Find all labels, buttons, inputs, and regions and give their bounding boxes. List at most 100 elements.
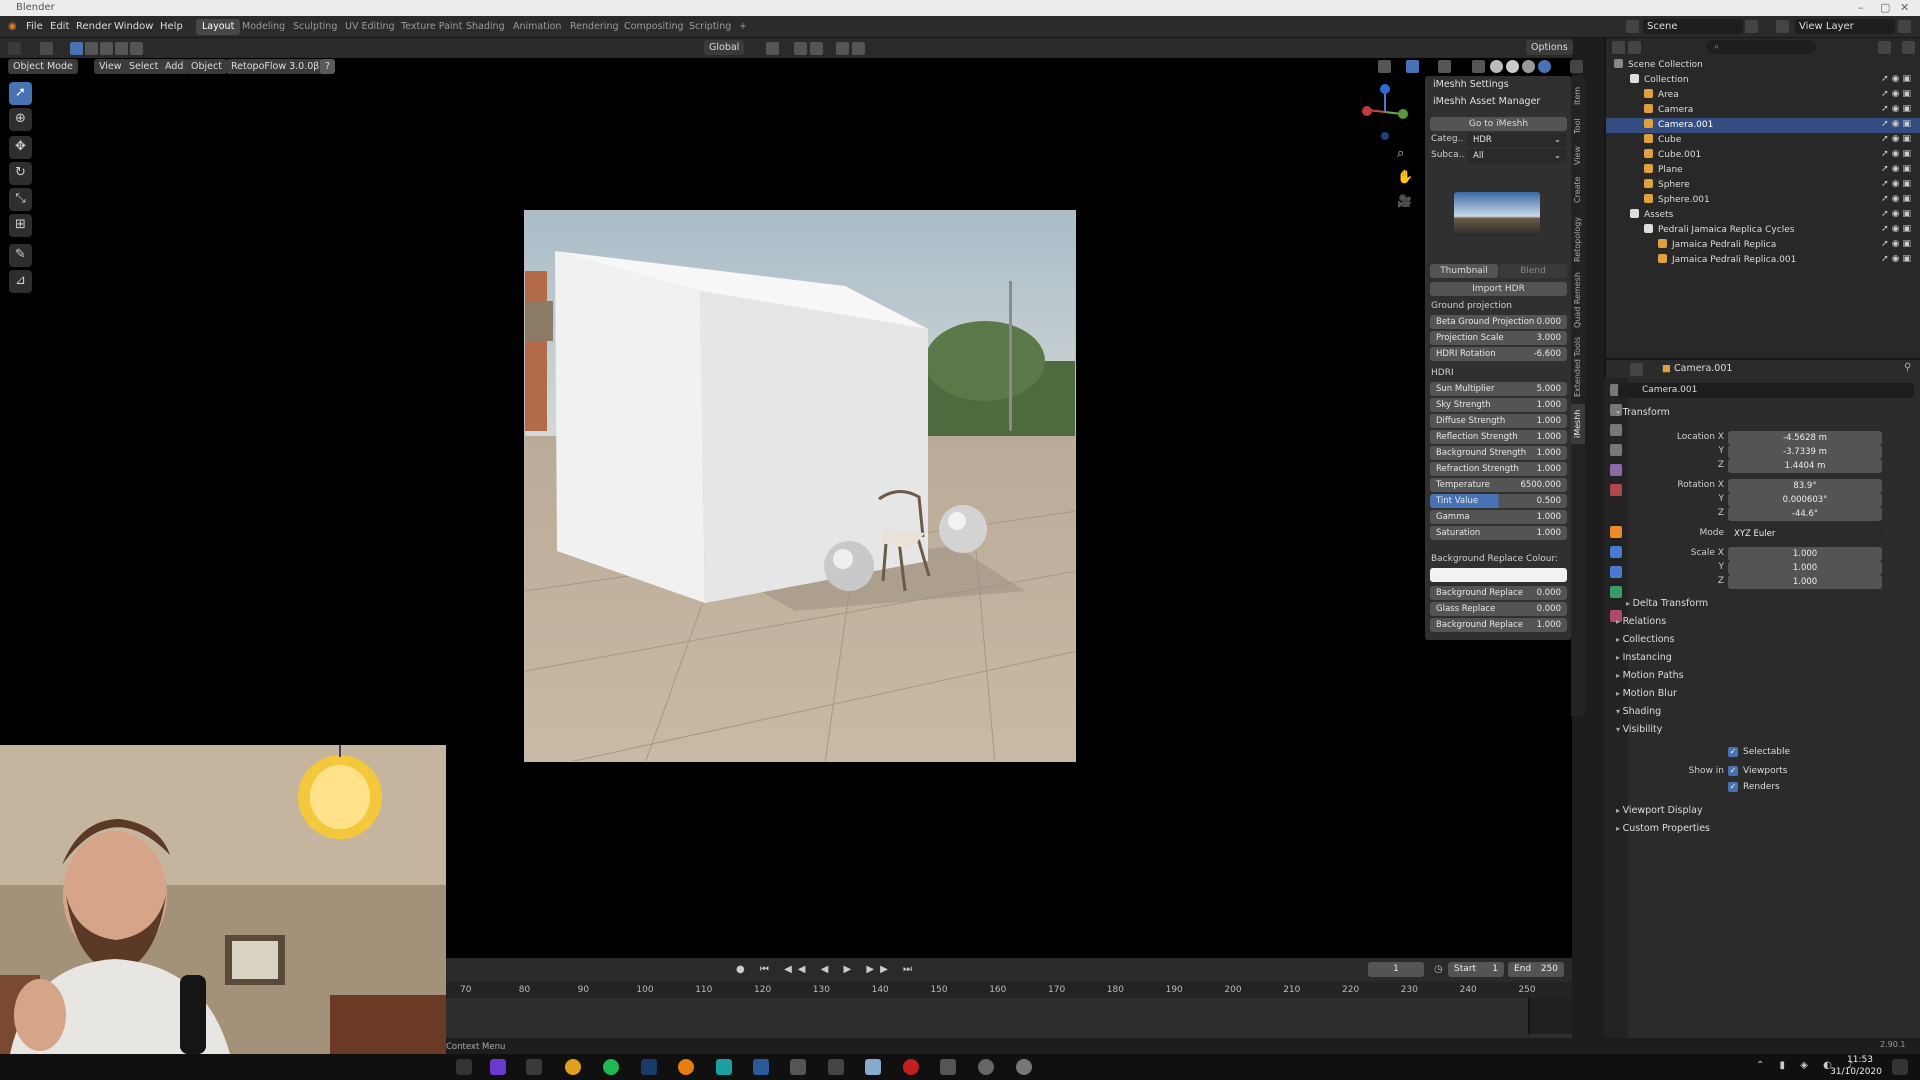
constraints-tab-icon[interactable] — [1610, 586, 1622, 598]
tab-sculpting[interactable]: Sculpting — [287, 19, 343, 35]
new-scene-icon[interactable] — [1745, 20, 1758, 33]
outliner-editor-icon[interactable] — [1612, 41, 1625, 54]
toggle-sidebar-icon[interactable] — [1570, 60, 1583, 73]
tab-create[interactable]: Create — [1571, 172, 1585, 208]
gizmo-z-axis[interactable] — [1380, 84, 1390, 94]
subcategory-dropdown[interactable]: All ⌄ — [1467, 149, 1567, 163]
visibility-toggle-icons[interactable]: ➚◉▣ — [1881, 164, 1914, 174]
outliner-row[interactable]: Cube — [1644, 133, 1681, 148]
retopoflow-menu[interactable]: RetopoFlow 3.0.0β2 — [226, 59, 331, 74]
app-icon-1[interactable] — [490, 1059, 506, 1075]
outliner-row[interactable]: Area — [1644, 88, 1679, 103]
visibility-toggle-icons[interactable]: ➚◉▣ — [1881, 89, 1914, 99]
visibility-toggle-icons[interactable]: ➚◉▣ — [1881, 224, 1914, 234]
chrome-icon[interactable] — [565, 1059, 581, 1075]
world-tab-icon[interactable] — [1610, 484, 1622, 496]
visibility-toggle-icons[interactable]: ➚◉▣ — [1881, 149, 1914, 159]
visibility-toggle-icons[interactable]: ➚◉▣ — [1881, 104, 1914, 114]
tab-layout[interactable]: Layout — [196, 19, 241, 35]
outliner-row[interactable]: Jamaica Pedrali Replica — [1658, 238, 1776, 253]
annotate-tool-icon[interactable]: ✎ — [9, 244, 32, 267]
pivot-icon[interactable] — [766, 42, 779, 55]
transform-tool-icon[interactable]: ⊞ — [9, 214, 32, 237]
outliner-row[interactable]: Plane — [1644, 163, 1683, 178]
reflection-strength-field[interactable]: Reflection Strength 1.000 — [1430, 430, 1567, 444]
renders-checkbox[interactable]: ✓ — [1728, 782, 1738, 792]
pin-icon[interactable]: ⚲ — [1904, 362, 1911, 373]
background-replace-field[interactable]: Background Replace 0.000 — [1430, 586, 1567, 600]
app-icon-9[interactable] — [940, 1059, 956, 1075]
scene-tab-icon[interactable] — [1610, 464, 1622, 476]
shading-material-icon[interactable] — [1522, 60, 1535, 73]
beta-ground-projection-field[interactable]: Beta Ground Projection 0.000 — [1430, 315, 1567, 329]
tab-texture-paint[interactable]: Texture Paint — [395, 19, 468, 35]
hdr-thumbnail[interactable] — [1454, 192, 1540, 236]
go-to-imeshh-button[interactable]: Go to iMeshh — [1430, 117, 1567, 131]
location-y-field[interactable]: -3.7339 m — [1728, 445, 1882, 459]
app-icon-4[interactable] — [753, 1059, 769, 1075]
motion-blur-section[interactable]: Motion Blur — [1616, 688, 1677, 699]
tab-scripting[interactable]: Scripting — [683, 19, 737, 35]
app-icon-11[interactable] — [1016, 1059, 1032, 1075]
tab-shading[interactable]: Shading — [460, 19, 511, 35]
app-icon-5[interactable] — [790, 1059, 806, 1075]
blender-logo-icon[interactable]: ◉ — [8, 21, 17, 32]
outliner-row[interactable]: Cube.001 — [1644, 148, 1701, 163]
menu-render[interactable]: Render — [76, 21, 112, 32]
start-menu-icon[interactable] — [456, 1059, 472, 1075]
collections-section[interactable]: Collections — [1616, 634, 1675, 645]
outliner-row[interactable]: Pedrali Jamaica Replica Cycles — [1644, 223, 1794, 238]
sky-strength-field[interactable]: Sky Strength 1.000 — [1430, 398, 1567, 412]
proportional-edit-icon[interactable] — [836, 42, 849, 55]
scale-y-field[interactable]: 1.000 — [1728, 561, 1882, 575]
display-mode-icon[interactable] — [1628, 41, 1641, 54]
app-icon-3[interactable] — [716, 1059, 732, 1075]
object-menu[interactable]: Object — [186, 59, 227, 74]
outliner-row[interactable]: Camera.001 — [1644, 118, 1713, 133]
category-dropdown[interactable]: HDR ⌄ — [1467, 133, 1567, 147]
shading-rendered-icon[interactable] — [1538, 60, 1551, 73]
visibility-section[interactable]: Visibility — [1616, 724, 1663, 735]
start-frame-field[interactable]: Start 1 — [1448, 962, 1504, 977]
snap-target-icon[interactable] — [810, 42, 823, 55]
gizmo-x-axis[interactable] — [1362, 106, 1372, 116]
app-icon-10[interactable] — [978, 1059, 994, 1075]
object-name-field[interactable]: Camera.001 — [1618, 383, 1914, 398]
add-menu[interactable]: Add — [160, 59, 189, 74]
tab-extended-tools[interactable]: Extended Tools — [1571, 332, 1585, 402]
app-icon-8[interactable] — [903, 1059, 919, 1075]
scale-x-field[interactable]: 1.000 — [1728, 547, 1882, 561]
view-layer-field[interactable]: View Layer — [1795, 19, 1895, 34]
visibility-toggle-icons[interactable]: ➚◉▣ — [1881, 179, 1914, 189]
pan-hand-icon[interactable]: ✋ — [1397, 170, 1413, 185]
select-mode-subtract-icon[interactable] — [100, 42, 113, 55]
zoom-icon[interactable]: ⌕ — [1397, 146, 1404, 161]
snap-icon[interactable] — [794, 42, 807, 55]
select-tool-icon[interactable]: ➚ — [9, 82, 32, 105]
visibility-toggle-icons[interactable]: ➚◉▣ — [1881, 119, 1914, 129]
camera-view-icon[interactable]: 🎥 — [1397, 194, 1412, 208]
tab-retopology[interactable]: Retopology — [1571, 210, 1585, 268]
gizmo-neg-z[interactable] — [1381, 132, 1389, 140]
location-z-field[interactable]: 1.4404 m — [1728, 459, 1882, 473]
custom-properties-section[interactable]: Custom Properties — [1616, 823, 1710, 834]
hdri-rotation-field[interactable]: HDRI Rotation -6.600 — [1430, 347, 1567, 361]
help-button[interactable]: ? — [320, 59, 335, 74]
background-replace-2-field[interactable]: Background Replace 1.000 — [1430, 618, 1567, 632]
modifier-tab-icon[interactable] — [1610, 546, 1622, 558]
menu-edit[interactable]: Edit — [50, 21, 69, 32]
tint-value-slider[interactable]: Tint Value 0.500 — [1430, 494, 1567, 508]
new-view-layer-icon[interactable] — [1898, 20, 1911, 33]
visibility-toggle-icons[interactable]: ➚◉▣ — [1881, 209, 1914, 219]
falloff-icon[interactable] — [852, 42, 865, 55]
move-tool-icon[interactable]: ✥ — [9, 136, 32, 159]
tab-uv-editing[interactable]: UV Editing — [339, 19, 401, 35]
current-frame-field[interactable]: 1 — [1368, 962, 1424, 977]
overlay-icon[interactable] — [1438, 60, 1451, 73]
taskbar-time[interactable]: 11:53 — [1834, 1055, 1886, 1065]
saturation-field[interactable]: Saturation 1.000 — [1430, 526, 1567, 540]
menu-window[interactable]: Window — [114, 21, 153, 32]
outliner-search-input[interactable]: ⌕ — [1706, 40, 1816, 54]
scale-tool-icon[interactable]: ⤡ — [9, 188, 32, 211]
instancing-section[interactable]: Instancing — [1616, 652, 1672, 663]
